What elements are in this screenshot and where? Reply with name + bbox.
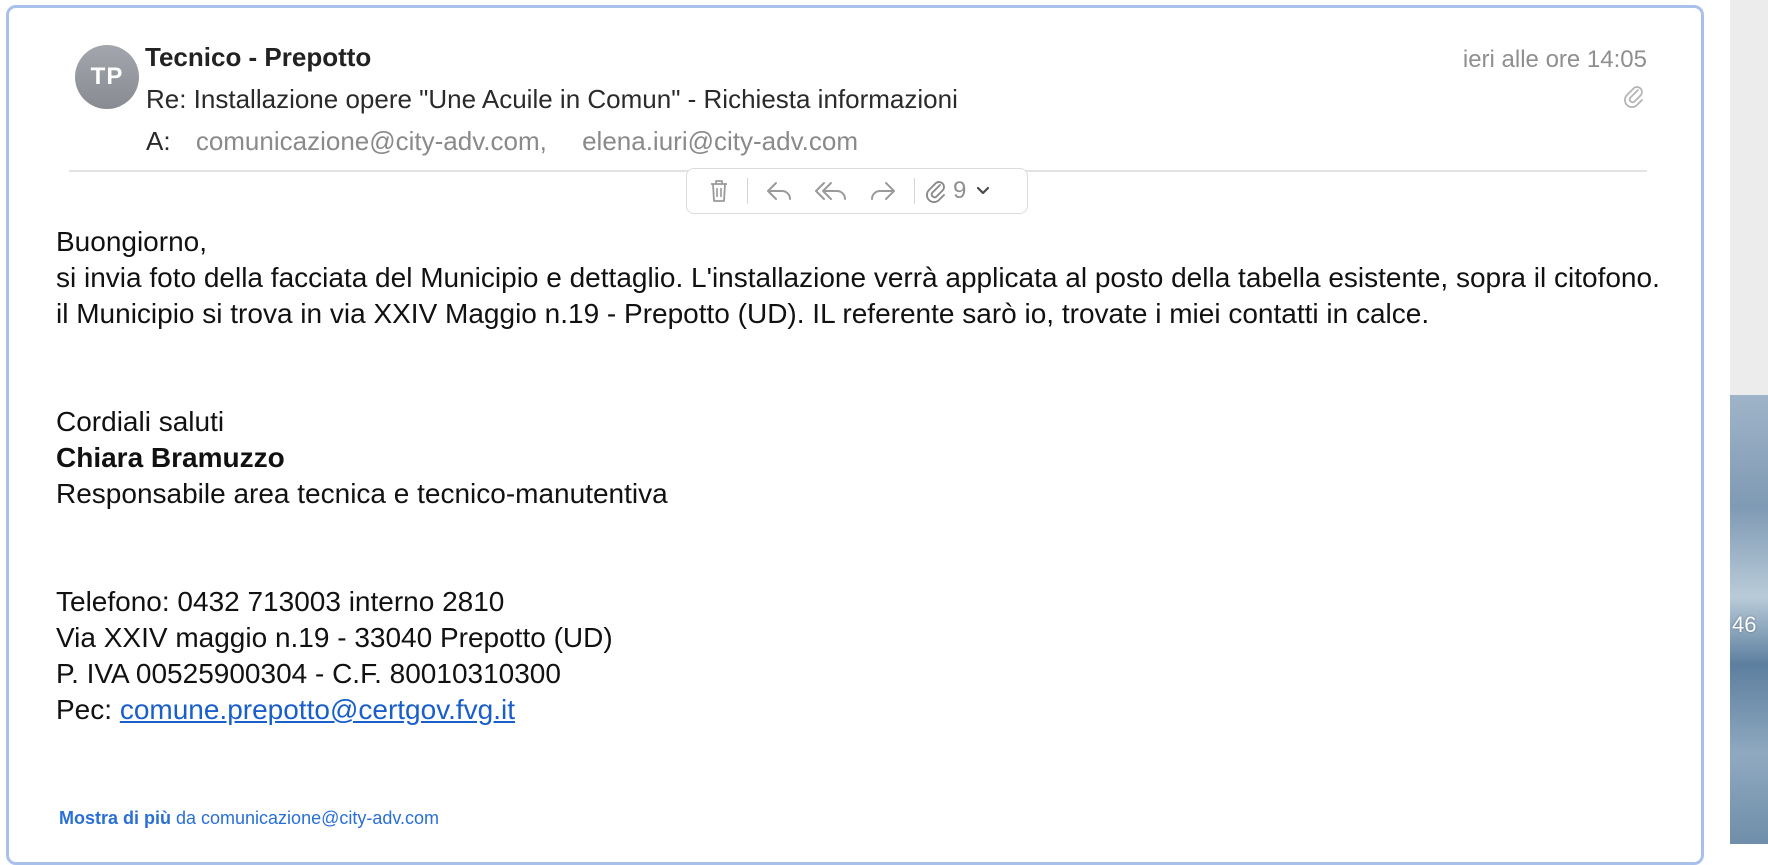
toolbar-separator [747, 178, 748, 204]
signature-vat: P. IVA 00525900304 - C.F. 80010310300 [56, 658, 561, 689]
chevron-down-icon [977, 186, 990, 195]
signature-name: Chiara Bramuzzo [56, 442, 285, 473]
pec-email-link[interactable]: comune.prepotto@certgov.fvg.it [120, 694, 515, 725]
reply-all-icon [815, 182, 846, 200]
reply-button[interactable] [754, 174, 804, 208]
closing-text: Cordiali saluti [56, 406, 225, 437]
sender-name[interactable]: Tecnico - Prepotto [145, 42, 371, 73]
message-date: ieri alle ore 14:05 [1462, 46, 1647, 73]
attachment-count: 9 [953, 177, 967, 204]
trash-icon [711, 180, 727, 202]
desktop-background-top [1730, 0, 1768, 395]
greeting-text: Buongiorno, [56, 226, 208, 257]
sender-avatar[interactable]: TP [75, 45, 139, 109]
recipient-address[interactable]: comunicazione@city-adv.com, [196, 126, 547, 156]
paperclip-icon [925, 181, 945, 203]
recipient-address[interactable]: elena.iuri@city-adv.com [582, 126, 858, 156]
forward-button[interactable] [858, 174, 908, 208]
attachment-flag-icon [1624, 86, 1643, 108]
show-more-link[interactable]: Mostra di più [59, 808, 171, 828]
message-subject: Re: Installazione opere "Une Acuile in C… [146, 84, 958, 114]
signature-phone: Telefono: 0432 713003 interno 2810 [56, 586, 505, 617]
forward-icon [871, 182, 895, 200]
message-body: Buongiorno, si invia foto della facciata… [56, 224, 1676, 728]
attachments-button[interactable]: 9 [921, 174, 996, 208]
reply-icon [767, 182, 791, 200]
signature-pec: Pec: comune.prepotto@certgov.fvg.it [56, 692, 1676, 728]
toolbar-separator [914, 178, 915, 204]
show-more-row: Mostra di più da comunicazione@city-adv.… [59, 808, 439, 829]
pec-label: Pec: [56, 694, 120, 725]
message-toolbar: 9 [686, 168, 1028, 214]
mail-message-window: TP Tecnico - Prepotto Re: Installazione … [6, 5, 1704, 865]
signature-address: Via XXIV maggio n.19 - 33040 Prepotto (U… [56, 622, 613, 653]
recipients-line: A: comunicazione@city-adv.com, elena.iur… [146, 126, 858, 157]
desktop: 46 TP Tecnico - Prepotto Re: Installazio… [0, 0, 1768, 865]
body-paragraph: si invia foto della facciata del Municip… [56, 262, 1660, 329]
to-label: A: [146, 126, 171, 156]
desktop-clock-fragment: 46 [1732, 612, 1757, 637]
show-more-from: da comunicazione@city-adv.com [171, 808, 440, 828]
message-header: TP Tecnico - Prepotto Re: Installazione … [9, 8, 1701, 214]
reply-all-button[interactable] [804, 174, 858, 208]
delete-button[interactable] [697, 174, 741, 208]
signature-role: Responsabile area tecnica e tecnico-manu… [56, 478, 668, 509]
